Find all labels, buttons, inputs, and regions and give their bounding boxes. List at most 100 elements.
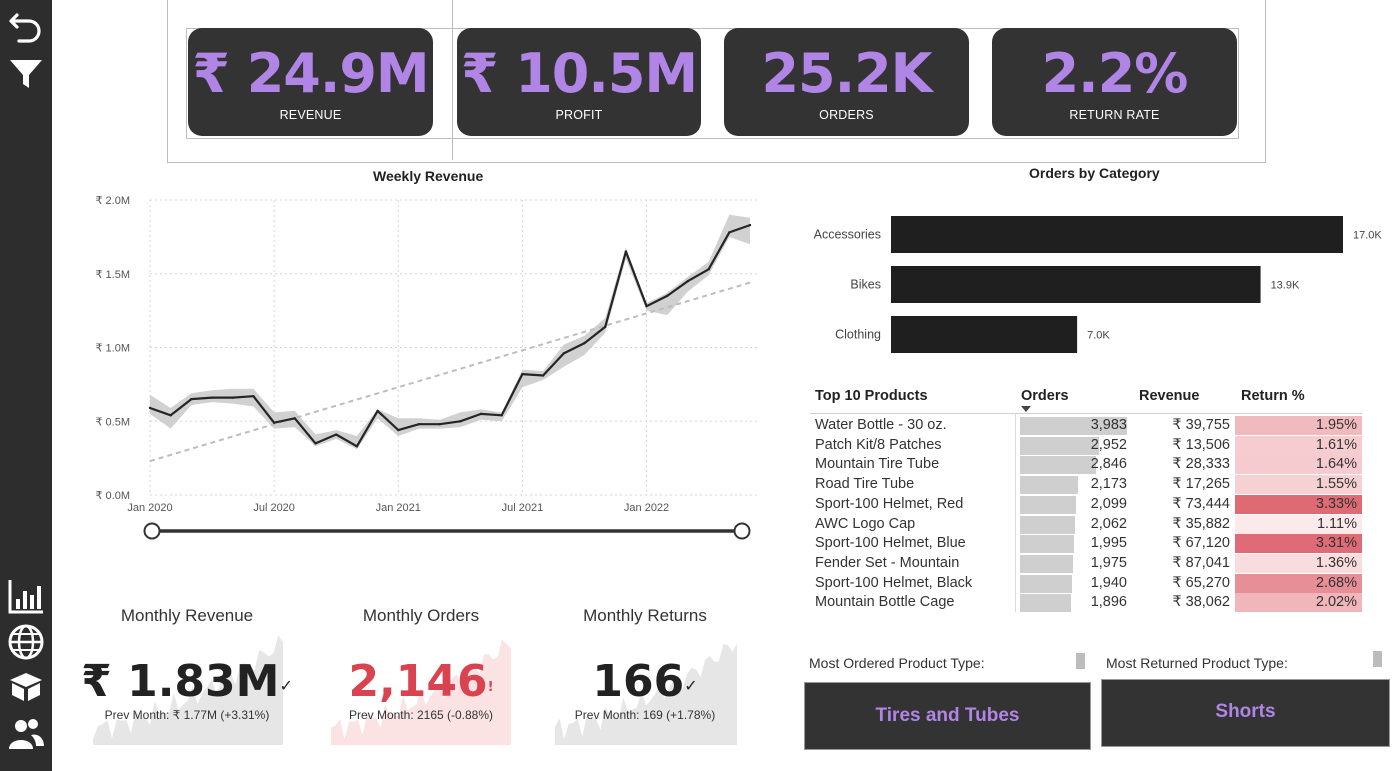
category-label: Clothing [835, 328, 881, 342]
revenue-point [252, 394, 255, 398]
category-bar[interactable] [891, 216, 1343, 253]
alert-icon: ! [487, 680, 494, 695]
x-tick-label: Jan 2020 [127, 502, 172, 514]
kpi-label: PROFIT [555, 108, 603, 122]
orders-by-category-chart[interactable]: Accessories 17.0K Bikes 13.9K Clothing 7.0K [806, 205, 1396, 365]
table-row[interactable]: Mountain Tire Tube 2,846 ₹ 28,333 1.64% [810, 455, 1362, 475]
y-tick-label: ₹ 1.0M [95, 343, 130, 355]
table-row[interactable]: Sport-100 Helmet, Black 1,940 ₹ 65,270 2.68… [810, 573, 1362, 594]
filter-icon[interactable] [6, 54, 46, 94]
monthly-value-text: ₹ 1.83M [81, 656, 280, 707]
product-name: Sport-100 Helmet, Black [815, 574, 973, 591]
category-label: Bikes [850, 278, 881, 292]
y-tick-label: ₹ 0.0M [95, 490, 130, 502]
revenue-point [231, 396, 234, 399]
y-tick-label: ₹ 2.0M [95, 195, 130, 207]
revenue-point [603, 325, 607, 329]
monthly-title: Monthly Orders [362, 606, 480, 625]
return-pct-value: 2.02% [1315, 594, 1357, 611]
revenue-value: ₹ 67,120 [1172, 535, 1230, 552]
return-pct-value: 1.64% [1315, 456, 1357, 473]
revenue-point [728, 231, 731, 234]
return-pct-value: 1.61% [1315, 436, 1357, 453]
product-name: Road Tire Tube [815, 476, 915, 493]
weekly-revenue-chart[interactable]: ₹ 2.0M ₹ 1.5M ₹ 1.0M ₹ 0.5M ₹ 0.0MJan 2020 Ju… [80, 188, 780, 548]
col-header-return[interactable]: Return % [1241, 388, 1305, 416]
return-pct-value: 1.95% [1315, 417, 1357, 433]
slider-handle-end[interactable] [733, 522, 751, 540]
table-row[interactable]: Sport-100 Helmet, Red 2,099 ₹ 73,444 3.33% [810, 494, 1362, 515]
category-bar[interactable] [891, 266, 1261, 303]
x-tick-label: Jul 2020 [253, 502, 295, 514]
table-row[interactable]: Mountain Bottle Cage 1,896 ₹ 38,062 2.02% [810, 593, 1362, 613]
monthly-value: ₹ 1.83M✓ [77, 656, 297, 708]
box-icon[interactable] [6, 666, 46, 706]
check-icon: ✓ [684, 676, 698, 695]
monthly-title: Monthly Revenue [120, 606, 254, 625]
revenue-point [459, 420, 462, 423]
revenue-point [148, 406, 152, 410]
product-name: Water Bottle - 30 oz. [815, 417, 947, 433]
revenue-value: ₹ 87,041 [1172, 554, 1230, 571]
col-header-revenue[interactable]: Revenue [1139, 388, 1199, 416]
revenue-point [748, 223, 752, 227]
trend-line [149, 281, 751, 463]
revenue-point [686, 279, 690, 283]
orders-value: 1,995 [1090, 535, 1127, 552]
monthly-value: 2,146! [311, 656, 531, 708]
back-arrow-icon[interactable] [6, 6, 46, 46]
most-ordered-card: Tires and Tubes [804, 682, 1091, 750]
orders-value: 1,896 [1090, 594, 1127, 611]
orders-value: 1,975 [1090, 554, 1127, 571]
kpi-card-revenue: ₹ 24.9M REVENUE [188, 28, 433, 136]
revenue-point [293, 417, 297, 420]
users-icon[interactable] [6, 714, 46, 754]
bar-chart-icon[interactable] [6, 576, 46, 616]
bar-value-label: 17.0K [1353, 230, 1382, 242]
monthly-prev: Prev Month: 169 (+1.78%) [574, 708, 716, 722]
table-row[interactable]: Fender Set - Mountain 1,975 ₹ 87,041 1.36% [810, 553, 1362, 574]
return-pct-value: 1.11% [1316, 515, 1357, 532]
x-tick-label: Jul 2021 [502, 502, 544, 514]
revenue-point [624, 250, 628, 253]
return-pct-value: 1.55% [1315, 476, 1357, 493]
revenue-point [541, 374, 545, 377]
product-name: Mountain Bottle Cage [815, 594, 955, 611]
table-row[interactable]: Road Tire Tube 2,173 ₹ 17,265 1.55% [810, 475, 1362, 495]
revenue-value: ₹ 39,755 [1172, 417, 1230, 433]
revenue-point [500, 414, 503, 417]
revenue-point [314, 442, 317, 445]
product-name: Sport-100 Helmet, Blue [815, 535, 966, 552]
y-tick-label: ₹ 0.5M [95, 416, 130, 428]
slider-handle-start[interactable] [143, 522, 161, 540]
revenue-point [190, 397, 193, 401]
globe-icon[interactable] [6, 622, 46, 662]
check-icon: ✓ [279, 676, 293, 695]
scroll-handle[interactable] [1373, 651, 1382, 667]
monthly-value-text: 166 [592, 656, 685, 707]
revenue-point [335, 433, 338, 436]
revenue-point [272, 421, 276, 424]
sort-desc-icon [1021, 406, 1031, 412]
table-row[interactable]: AWC Logo Cap 2,062 ₹ 35,882 1.11% [810, 514, 1362, 535]
revenue-value: ₹ 13,506 [1172, 436, 1230, 453]
revenue-point [562, 352, 565, 355]
bar-value-label: 7.0K [1087, 330, 1110, 342]
col-header-name[interactable]: Top 10 Products [815, 388, 928, 416]
revenue-point [417, 423, 421, 426]
table-row[interactable]: Sport-100 Helmet, Blue 1,995 ₹ 67,120 3.31% [810, 534, 1362, 554]
revenue-point [210, 396, 214, 399]
category-bar[interactable] [891, 316, 1078, 353]
monthly-revenue-card: Monthly Revenue ₹ 1.83M✓ Prev Month: ₹ 1… [77, 600, 297, 750]
table-row[interactable]: Water Bottle - 30 oz. 3,983 ₹ 39,755 1.95% [810, 416, 1362, 436]
orders-value: 3,983 [1090, 417, 1127, 433]
scroll-handle[interactable] [1076, 653, 1085, 669]
category-label: Accessories [814, 228, 881, 242]
product-name: AWC Logo Cap [815, 515, 916, 532]
table-header-divider [810, 413, 1362, 414]
revenue-value: ₹ 38,062 [1172, 594, 1230, 611]
sidebar [0, 0, 52, 771]
revenue-point [438, 423, 441, 426]
table-row[interactable]: Patch Kit/8 Patches 2,952 ₹ 13,506 1.61% [810, 435, 1362, 456]
revenue-point [397, 428, 400, 432]
